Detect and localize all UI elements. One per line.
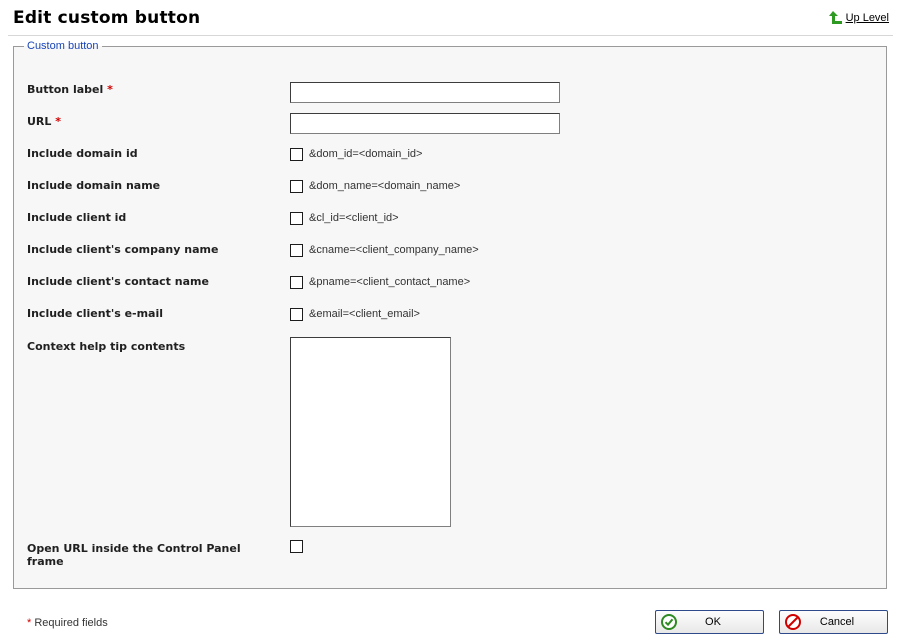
- include-domain-name-text: &dom_name=<domain_name>: [309, 180, 461, 192]
- include-client-id-text: &cl_id=<client_id>: [309, 212, 399, 224]
- up-arrow-icon: [828, 11, 842, 24]
- check-circle-icon: [661, 614, 677, 630]
- button-label-input[interactable]: [290, 82, 560, 103]
- include-domain-id-text: &dom_id=<domain_id>: [309, 148, 423, 160]
- cancel-button-label: Cancel: [819, 616, 855, 628]
- include-email-text: &email=<client_email>: [309, 308, 420, 320]
- ok-button[interactable]: OK: [655, 610, 764, 634]
- include-domain-name-checkbox[interactable]: [290, 180, 303, 193]
- include-client-id-label: Include client id: [27, 211, 127, 224]
- url-input[interactable]: [290, 113, 560, 134]
- required-marker: *: [107, 83, 113, 96]
- up-level-link[interactable]: Up Level: [828, 11, 889, 25]
- context-help-textarea[interactable]: [290, 337, 451, 527]
- include-domain-name-label: Include domain name: [27, 179, 161, 192]
- required-marker: *: [27, 617, 32, 629]
- include-company-name-checkbox[interactable]: [290, 244, 303, 257]
- include-domain-id-label: Include domain id: [27, 147, 138, 160]
- context-help-label: Context help tip contents: [27, 340, 186, 353]
- cancel-circle-icon: [785, 614, 801, 630]
- include-contact-name-text: &pname=<client_contact_name>: [309, 276, 471, 288]
- header-divider: [8, 35, 893, 36]
- up-level-label[interactable]: Up Level: [846, 12, 889, 24]
- fieldset-legend: Custom button: [27, 40, 99, 52]
- include-company-name-label: Include client's company name: [27, 243, 219, 256]
- page-title: Edit custom button: [13, 8, 201, 28]
- required-marker: *: [55, 115, 62, 128]
- required-fields-note: * Required fields: [27, 617, 108, 629]
- include-company-name-text: &cname=<client_company_name>: [309, 244, 479, 256]
- button-label-label: Button label *: [27, 83, 113, 96]
- open-inside-frame-label: Open URL inside the Control Panel frame: [27, 542, 241, 568]
- include-email-label: Include client's e-mail: [27, 307, 164, 320]
- include-contact-name-checkbox[interactable]: [290, 276, 303, 289]
- include-email-checkbox[interactable]: [290, 308, 303, 321]
- open-inside-frame-checkbox[interactable]: [290, 540, 303, 553]
- include-domain-id-checkbox[interactable]: [290, 148, 303, 161]
- ok-button-label: OK: [705, 616, 721, 628]
- include-contact-name-label: Include client's contact name: [27, 275, 209, 288]
- cancel-button[interactable]: Cancel: [779, 610, 888, 634]
- include-client-id-checkbox[interactable]: [290, 212, 303, 225]
- url-label: URL *: [27, 115, 62, 128]
